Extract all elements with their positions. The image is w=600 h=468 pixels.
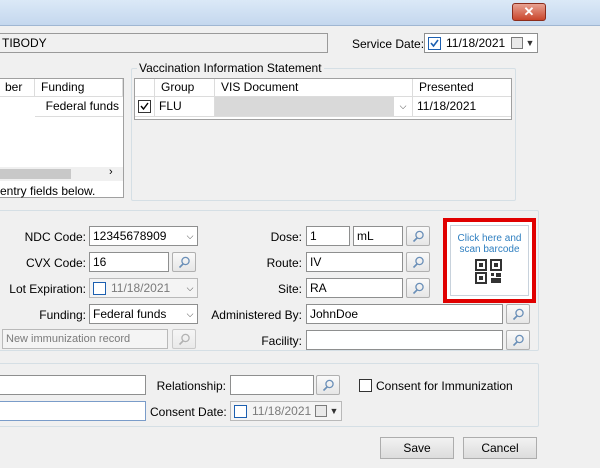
vis-header-document[interactable]: VIS Document (215, 79, 413, 97)
funding-dropdown[interactable]: Federal funds ⌵ (89, 304, 198, 324)
administered-by-label: Administered By: (211, 308, 302, 322)
administered-by-input[interactable]: JohnDoe (306, 304, 503, 324)
dose-label: Dose: (270, 230, 302, 244)
relationship-label: Relationship: (156, 379, 226, 393)
consent-for-immunization-label[interactable]: Consent for Immunization (376, 379, 513, 393)
consent-date-checkbox[interactable] (234, 405, 247, 418)
site-search-button[interactable] (406, 278, 430, 298)
consent-date-label: Consent Date: (150, 405, 227, 419)
chevron-down-icon[interactable]: ⌵ (183, 227, 197, 245)
scan-barcode-button[interactable]: Click here and scan barcode (450, 225, 529, 296)
dose-unit-search-button[interactable] (406, 226, 430, 246)
grid-cell-funding[interactable]: Federal funds (35, 97, 123, 117)
search-icon (512, 308, 524, 321)
vis-header-presented[interactable]: Presented (413, 79, 511, 97)
vis-row-checkbox[interactable] (138, 100, 151, 113)
entry-hint-text: entry fields below. (0, 184, 96, 198)
service-date-picker[interactable]: 11/18/2021 ▼ (424, 33, 538, 53)
route-label: Route: (266, 256, 302, 270)
search-icon (322, 379, 334, 392)
immunization-grid[interactable]: ber Funding Federal funds › (0, 78, 124, 198)
search-icon (412, 256, 424, 269)
facility-label: Facility: (261, 334, 302, 348)
consent-name-input[interactable] (0, 375, 146, 395)
consent-date-picker[interactable]: 11/18/2021 ▼ (230, 401, 342, 421)
chevron-down-icon[interactable]: ⌵ (394, 97, 412, 116)
chevron-down-icon[interactable]: ⌵ (183, 305, 197, 323)
site-label: Site: (277, 282, 302, 296)
vis-cell-presented[interactable]: 11/18/2021 (413, 97, 511, 117)
vis-row-checkbox-cell[interactable] (135, 97, 155, 117)
dose-input[interactable]: 1 (306, 226, 350, 246)
route-input[interactable]: IV (306, 252, 403, 272)
funding-value: Federal funds (93, 307, 167, 321)
new-record-field: New immunization record (2, 329, 168, 349)
vis-document-dropdown[interactable]: ⌵ (215, 97, 413, 117)
grid-header-funding[interactable]: Funding (35, 79, 123, 97)
administered-by-search-button[interactable] (506, 304, 530, 324)
facility-search-button[interactable] (506, 330, 530, 350)
search-icon (512, 334, 524, 347)
relationship-input[interactable] (230, 375, 314, 395)
facility-input[interactable] (306, 330, 503, 350)
vis-grid[interactable]: Group VIS Document Presented FLU ⌵ 11/18… (134, 78, 512, 120)
chevron-down-icon[interactable]: ⌵ (183, 279, 197, 297)
lot-expiration-picker[interactable]: 11/18/2021 ⌵ (89, 278, 198, 298)
scroll-right-icon[interactable]: › (109, 166, 113, 178)
funding-label: Funding: (39, 308, 86, 322)
scan-barcode-line1: Click here and (457, 233, 522, 244)
search-icon (412, 230, 424, 243)
search-icon (412, 282, 424, 295)
site-input[interactable]: RA (306, 278, 403, 298)
horizontal-scrollbar[interactable]: › (0, 166, 123, 181)
vis-legend: Vaccination Information Statement (137, 61, 324, 75)
route-search-button[interactable] (406, 252, 430, 272)
chevron-down-icon[interactable]: ▼ (327, 402, 341, 420)
dose-unit-input[interactable]: mL (353, 226, 403, 246)
window-title-bar (0, 0, 600, 26)
search-icon (178, 256, 190, 269)
lot-expiration-value: 11/18/2021 (111, 281, 171, 295)
vis-cell-group[interactable]: FLU (155, 97, 215, 117)
ndc-code-label: NDC Code: (24, 230, 86, 244)
service-date-label: Service Date: (352, 37, 425, 51)
search-icon (178, 333, 190, 346)
cvx-code-input[interactable]: 16 (89, 252, 169, 272)
chevron-down-icon[interactable]: ▼ (523, 34, 537, 52)
service-date-value: 11/18/2021 (446, 36, 506, 50)
calendar-icon[interactable] (511, 37, 523, 49)
ndc-code-dropdown[interactable]: 12345678909 ⌵ (89, 226, 198, 246)
consent-for-immunization-checkbox[interactable] (359, 379, 372, 392)
vis-header-select (135, 79, 155, 97)
ndc-code-value: 12345678909 (93, 229, 167, 243)
calendar-icon[interactable] (315, 405, 327, 417)
grid-header-number[interactable]: ber (0, 79, 35, 97)
new-record-search-button[interactable] (172, 329, 196, 349)
qr-code-icon (474, 259, 502, 284)
scrollbar-thumb[interactable] (0, 169, 71, 179)
save-button[interactable]: Save (380, 437, 454, 459)
lot-expiration-label: Lot Expiration: (9, 282, 86, 296)
cancel-button[interactable]: Cancel (463, 437, 537, 459)
relationship-search-button[interactable] (316, 375, 340, 395)
checkmark-icon (430, 39, 439, 48)
close-button[interactable]: ✕ (512, 3, 546, 21)
consent-signer-input[interactable] (0, 401, 146, 421)
vaccine-name-field: TIBODY (0, 33, 328, 53)
cvx-code-label: CVX Code: (25, 256, 86, 270)
checkmark-icon (140, 102, 149, 111)
cvx-search-button[interactable] (172, 252, 196, 272)
lot-expiration-checkbox[interactable] (93, 282, 106, 295)
service-date-checkbox[interactable] (428, 37, 441, 50)
consent-date-value: 11/18/2021 (252, 404, 312, 418)
scan-barcode-line2: scan barcode (459, 244, 520, 255)
vis-header-group[interactable]: Group (155, 79, 215, 97)
